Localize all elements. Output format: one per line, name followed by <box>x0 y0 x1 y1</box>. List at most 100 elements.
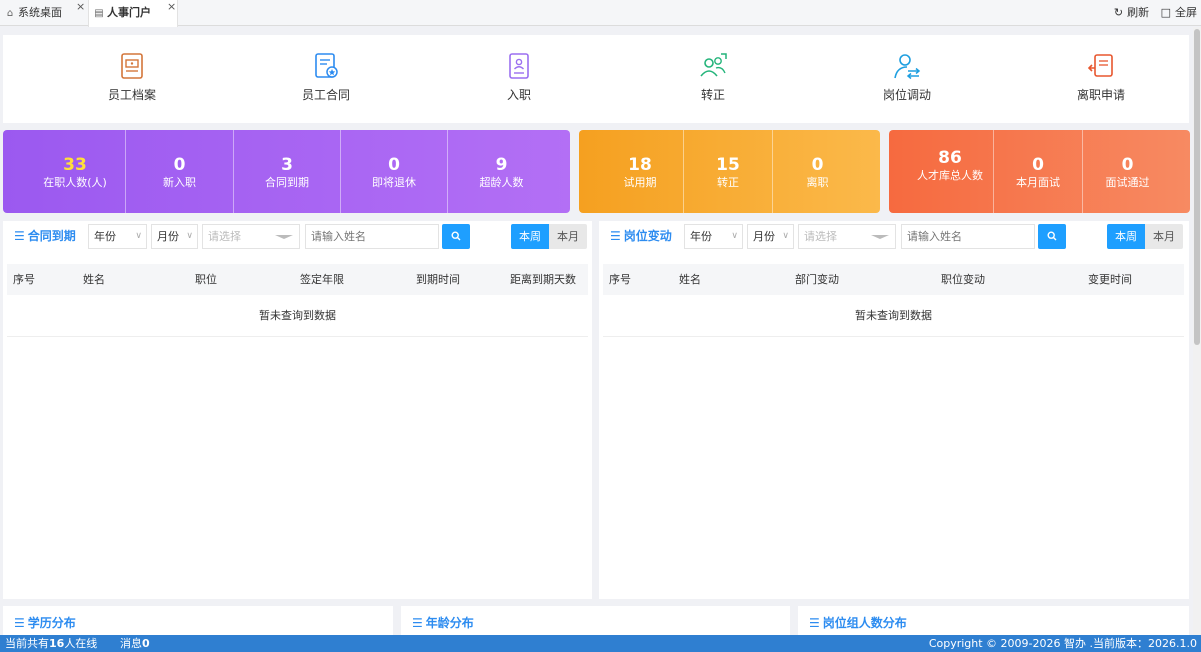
stat-new-hires[interactable]: 0 新入职 <box>125 130 233 213</box>
messages-link[interactable]: 消息0 <box>120 635 150 652</box>
stat-regularized[interactable]: 15 转正 <box>683 130 772 213</box>
search-icon <box>451 231 461 241</box>
year-select[interactable]: 年份 ∨ <box>88 224 147 249</box>
position-change-panel: ☰岗位变动 年份 ∨ 月份 ∨ 请选择 本周 本月 序号 姓名 部门变动 职位变动 … <box>599 221 1189 599</box>
scrollbar-thumb[interactable] <box>1194 29 1200 345</box>
week-toggle-button[interactable]: 本周 <box>511 224 549 249</box>
menu-icon: ☰ <box>610 229 621 243</box>
stat-contract-expiring[interactable]: 3 合同到期 <box>233 130 340 213</box>
stat-label: 试用期 <box>623 176 657 189</box>
stat-value: 0 <box>1121 155 1134 175</box>
tab-bar: ⌂ 系统桌面 × ▤ 人事门户 × ↻ 刷新 □ 全屏 <box>0 0 1201 27</box>
stat-interviews-passed[interactable]: 0 面试通过 <box>1082 130 1172 213</box>
stat-active-employees[interactable]: 33 在职人数(人) <box>25 130 125 213</box>
stat-label: 新入职 <box>163 176 196 189</box>
stat-label: 人才库总人数 <box>917 169 983 182</box>
quick-entry-label: 离职申请 <box>1076 88 1125 102</box>
column-header: 姓名 <box>83 273 105 286</box>
search-button[interactable] <box>1038 224 1066 249</box>
search-button[interactable] <box>442 224 470 249</box>
name-search-input[interactable] <box>901 224 1035 249</box>
stat-resigned[interactable]: 0 离职 <box>772 130 862 213</box>
quick-entry-employee-archive[interactable]: 员工档案 <box>72 51 192 103</box>
chevron-down-icon: ∨ <box>731 231 738 241</box>
online-suffix: 人在线 <box>64 637 98 650</box>
quick-entry-transfer[interactable]: 岗位调动 <box>847 51 967 103</box>
stat-card-probation: 18 试用期 15 转正 0 离职 <box>579 130 880 213</box>
column-header: 签定年限 <box>300 273 344 286</box>
contract-icon <box>315 53 338 78</box>
stat-value: 3 <box>281 155 293 175</box>
column-header: 职位 <box>195 273 217 286</box>
month-select[interactable]: 月份 ∨ <box>151 224 198 249</box>
stat-card-talent: 86 人才库总人数 0 本月面试 0 面试通过 <box>889 130 1190 213</box>
department-select-placeholder: 请选择 <box>804 230 837 243</box>
department-select-placeholder: 请选择 <box>208 230 241 243</box>
month-select[interactable]: 月份 ∨ <box>747 224 794 249</box>
week-toggle-button[interactable]: 本周 <box>1107 224 1145 249</box>
panel-title: ☰ 岗位变动 <box>610 228 672 244</box>
tab-label: 系统桌面 <box>18 6 62 19</box>
contract-expiry-panel: ☰合同到期 年份 ∨ 月份 ∨ 请选择 本周 本月 序号 姓名 职位 签定年限 到期… <box>3 221 592 599</box>
document-icon: ▤ <box>94 8 104 19</box>
stat-probation[interactable]: 18 试用期 <box>597 130 683 213</box>
vertical-scrollbar[interactable] <box>1193 27 1201 635</box>
quick-entry-bar: 员工档案 员工合同 入职 转正 岗位调动 离职申请 <box>3 35 1189 123</box>
panel-title: ☰ 年龄分布 <box>412 615 474 631</box>
online-count: 16 <box>49 637 65 650</box>
table-header: 序号 姓名 部门变动 职位变动 变更时间 <box>603 264 1184 295</box>
tab-system-desktop[interactable]: ⌂ 系统桌面 × <box>0 0 86 26</box>
stat-label: 本月面试 <box>1016 176 1060 189</box>
panel-title: ☰ 合同到期 <box>14 228 76 244</box>
stat-value: 0 <box>811 155 824 175</box>
caret-down-icon <box>275 235 293 239</box>
year-select[interactable]: 年份 ∨ <box>684 224 743 249</box>
column-header: 序号 <box>13 273 35 286</box>
stat-value: 15 <box>716 155 740 175</box>
chevron-down-icon: ∨ <box>135 231 142 241</box>
fullscreen-icon: □ <box>1160 6 1171 19</box>
quick-entry-label: 员工档案 <box>107 88 156 102</box>
quick-entry-resign[interactable]: 离职申请 <box>1041 51 1161 103</box>
quick-entry-label: 入职 <box>506 88 531 102</box>
panel-title: ☰ 岗位组人数分布 <box>809 615 907 631</box>
quick-entry-label: 员工合同 <box>301 88 350 102</box>
stat-retiring-soon[interactable]: 0 即将退休 <box>340 130 447 213</box>
panel-title-text: 合同到期 <box>27 229 76 243</box>
fullscreen-button[interactable]: □ 全屏 <box>1157 6 1197 19</box>
toolbar-actions: ↻ 刷新 □ 全屏 <box>1106 0 1197 26</box>
stat-monthly-interviews[interactable]: 0 本月面试 <box>993 130 1082 213</box>
stat-label: 转正 <box>717 176 739 189</box>
close-icon[interactable]: × <box>167 0 176 20</box>
education-distribution-panel: ☰ 学历分布 <box>3 606 393 636</box>
department-select[interactable]: 请选择 <box>202 224 300 249</box>
close-icon[interactable]: × <box>76 0 85 20</box>
quick-entry-onboard[interactable]: 入职 <box>459 51 579 103</box>
menu-icon: ☰ <box>14 616 25 630</box>
stat-value: 86 <box>938 148 962 168</box>
stat-label: 面试通过 <box>1105 176 1150 189</box>
stat-value: 18 <box>628 155 652 175</box>
tab-hr-portal[interactable]: ▤ 人事门户 × <box>88 0 178 27</box>
refresh-button[interactable]: ↻ 刷新 <box>1110 6 1149 19</box>
online-prefix: 当前共有 <box>5 637 49 650</box>
column-header: 职位变动 <box>941 273 985 286</box>
name-search-input[interactable] <box>305 224 439 249</box>
month-toggle-button[interactable]: 本月 <box>1145 224 1183 249</box>
empty-message: 暂未查询到数据 <box>603 295 1184 337</box>
online-users-info: 当前共有16人在线 <box>5 635 97 652</box>
stat-talent-pool[interactable]: 86 人才库总人数 <box>907 130 993 213</box>
tab-label: 人事门户 <box>107 6 151 19</box>
column-header: 姓名 <box>679 273 701 286</box>
quick-entry-promote[interactable]: 转正 <box>653 51 773 103</box>
home-icon: ⌂ <box>6 8 14 19</box>
column-header: 部门变动 <box>795 273 839 286</box>
department-select[interactable]: 请选择 <box>798 224 896 249</box>
stat-value: 0 <box>173 155 186 175</box>
stat-over-age[interactable]: 9 超龄人数 <box>447 130 555 213</box>
stat-value: 33 <box>63 155 87 175</box>
age-distribution-panel: ☰ 年龄分布 <box>401 606 790 636</box>
quick-entry-employee-contract[interactable]: 员工合同 <box>266 51 386 103</box>
month-toggle-button[interactable]: 本月 <box>549 224 587 249</box>
panel-title-text: 年龄分布 <box>425 616 474 630</box>
